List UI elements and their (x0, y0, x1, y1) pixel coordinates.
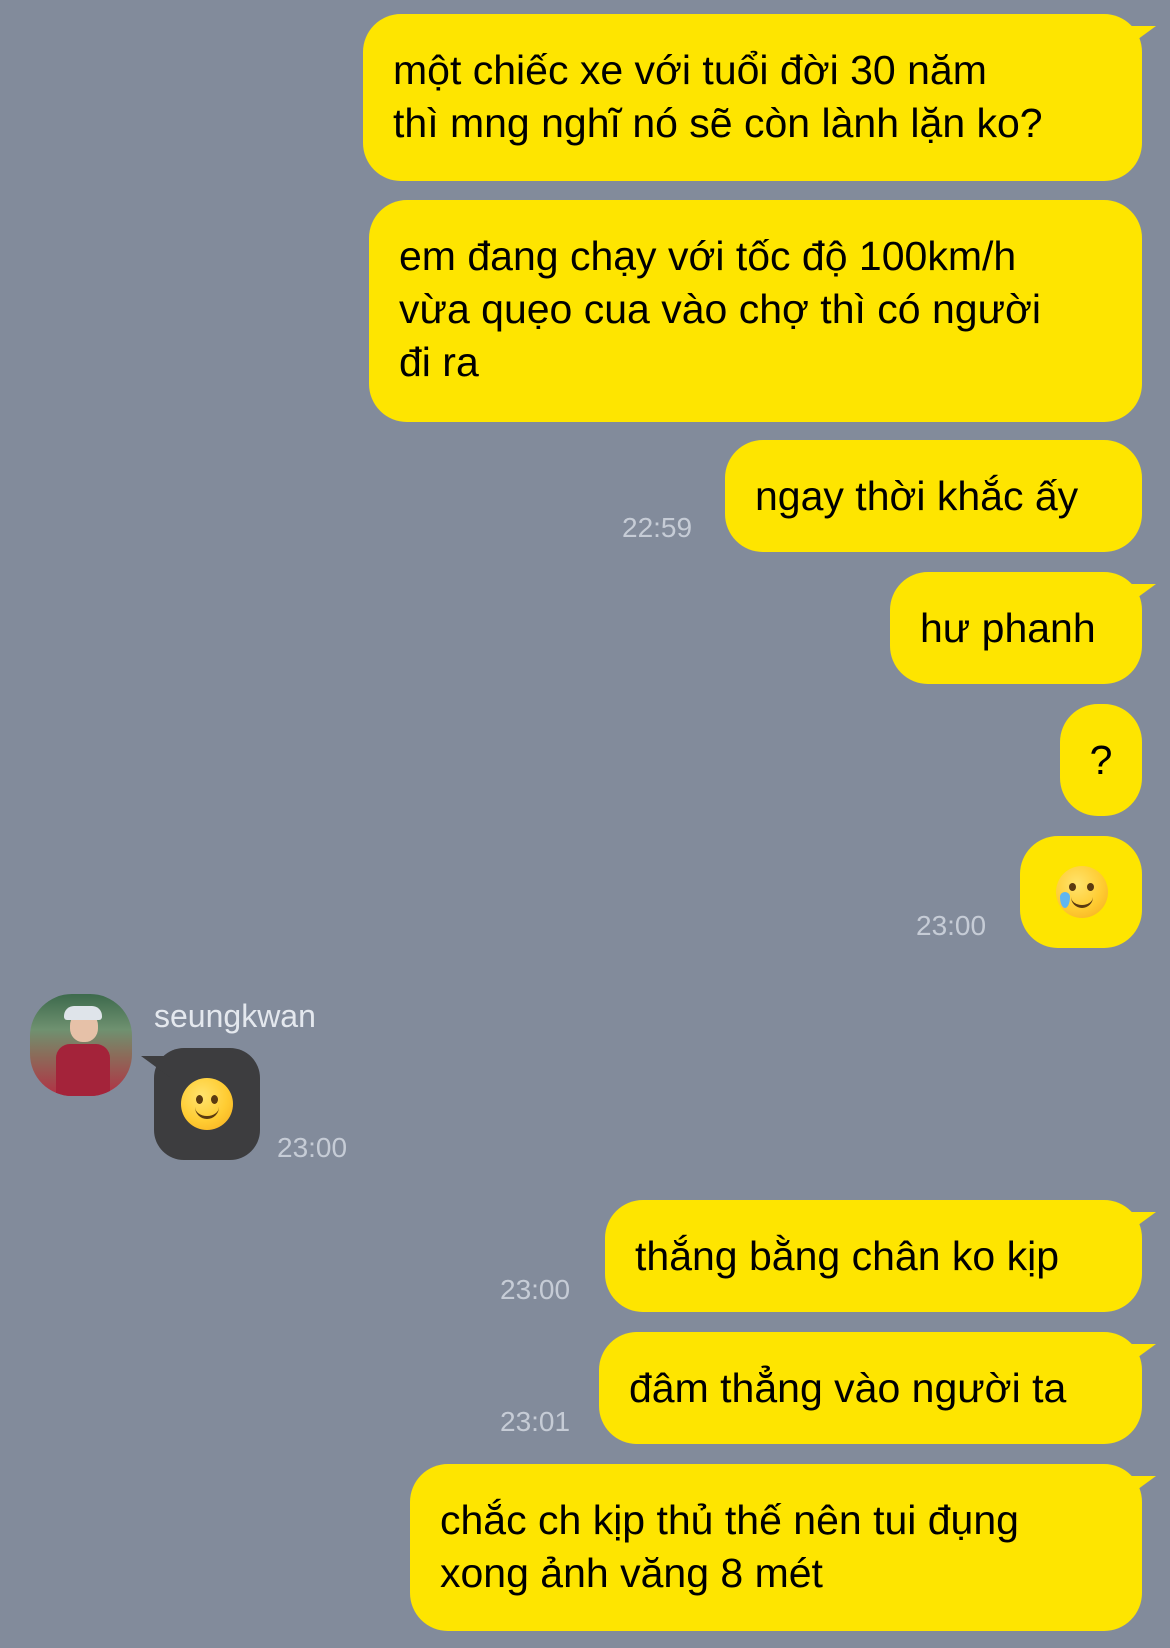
message-text: vừa quẹo cua vào chợ thì có người (399, 286, 1042, 332)
slight-smile-emoji-icon (181, 1078, 233, 1130)
crying-smile-emoji-icon (1056, 866, 1108, 918)
message-timestamp: 22:59 (622, 512, 693, 543)
message-timestamp: 23:00 (277, 1132, 348, 1163)
bubble-tail (1126, 1212, 1156, 1234)
message-timestamp: 23:00 (916, 910, 987, 941)
outgoing-message[interactable]: em đang chạy với tốc độ 100km/h vừa quẹo… (369, 200, 1142, 422)
message-text: đi ra (399, 339, 479, 385)
bubble-tail (1126, 1476, 1156, 1498)
message-text: thắng bằng chân ko kịp (635, 1233, 1059, 1279)
outgoing-emoji-message[interactable] (1020, 836, 1142, 948)
outgoing-message[interactable]: ngay thời khắc ấy (725, 440, 1142, 552)
message-text: thì mng nghĩ nó sẽ còn lành lặn ko? (393, 100, 1043, 146)
message-text: xong ảnh văng 8 mét (440, 1550, 823, 1596)
contact-avatar[interactable] (30, 994, 132, 1096)
outgoing-message[interactable]: một chiếc xe với tuổi đời 30 năm thì mng… (363, 14, 1156, 181)
outgoing-message[interactable]: thắng bằng chân ko kịp (605, 1200, 1156, 1312)
message-text: ? (1089, 737, 1113, 783)
outgoing-message[interactable]: ? (1060, 704, 1142, 816)
message-text: một chiếc xe với tuổi đời 30 năm (393, 47, 987, 93)
sender-name: seungkwan (154, 998, 316, 1034)
bubble-tail (1126, 584, 1156, 606)
outgoing-message[interactable]: đâm thẳng vào người ta (599, 1332, 1156, 1444)
message-timestamp: 23:00 (500, 1274, 571, 1305)
bubble-tail (1126, 1344, 1156, 1366)
message-text: ngay thời khắc ấy (755, 473, 1079, 519)
message-text: em đang chạy với tốc độ 100km/h (399, 233, 1017, 279)
message-text: hư phanh (920, 605, 1096, 651)
message-text: chắc ch kịp thủ thế nên tui đụng (440, 1497, 1019, 1543)
outgoing-message[interactable]: hư phanh (890, 572, 1156, 684)
bubble-tail (141, 1056, 171, 1078)
message-text: đâm thẳng vào người ta (629, 1365, 1067, 1411)
bubble-tail (1126, 26, 1156, 48)
outgoing-message[interactable]: chắc ch kịp thủ thế nên tui đụng xong ản… (410, 1464, 1156, 1631)
message-timestamp: 23:01 (500, 1406, 571, 1437)
incoming-emoji-message[interactable] (141, 1048, 260, 1160)
